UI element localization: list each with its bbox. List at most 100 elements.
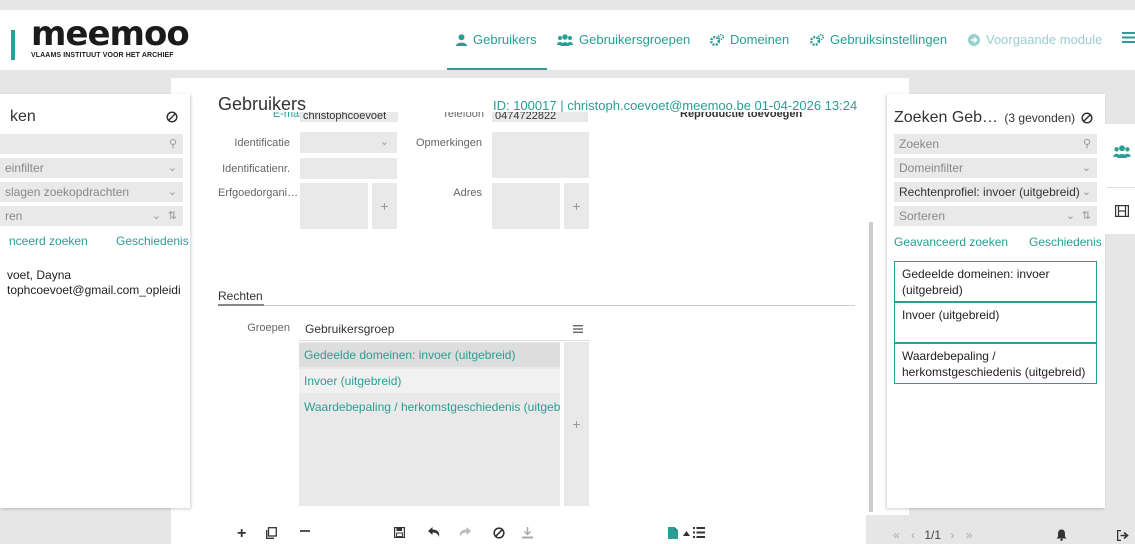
clear-icon[interactable] <box>166 111 178 123</box>
list-icon[interactable] <box>693 527 705 538</box>
cancel-icon[interactable] <box>493 527 505 539</box>
nav-domeinen[interactable]: Domeinen <box>710 32 789 47</box>
group-add-button[interactable]: + <box>564 342 589 506</box>
right-search-input[interactable]: Zoeken ⚲ <box>894 134 1097 154</box>
record-id-line: ID: 100017 | christoph.coevoet@meemoo.be… <box>493 98 858 113</box>
right-sort-select[interactable]: Sorteren ⌄ ⇅ <box>894 206 1097 226</box>
list-item[interactable]: voet, Dayna tophcoevoet@gmail.com_opleid… <box>7 268 190 298</box>
film-icon[interactable] <box>1115 205 1129 217</box>
right-history-link[interactable]: Geschiedenis <box>1029 235 1102 249</box>
bell-icon[interactable] <box>1056 529 1067 541</box>
nav-gebruiksinstellingen[interactable]: Gebruiksinstellingen <box>810 32 947 47</box>
plus-icon: + <box>572 198 581 214</box>
caret-up-icon[interactable] <box>683 531 690 536</box>
right-advanced-search-link[interactable]: Geavanceerd zoeken <box>894 235 1008 249</box>
identification-select[interactable]: ⌄ <box>300 132 397 153</box>
groups-label: Groepen <box>247 322 290 334</box>
download-icon[interactable] <box>522 527 533 539</box>
save-icon[interactable] <box>394 527 405 538</box>
right-panel-title-text: Zoeken Geb… <box>894 109 999 126</box>
copy-icon[interactable] <box>266 527 277 539</box>
right-panel-title: Zoeken Geb… (3 gevonden) <box>894 109 1075 127</box>
remove-icon[interactable] <box>300 530 310 532</box>
list-item[interactable]: Waardebepaling / herkomstgeschiedenis (u… <box>894 343 1097 384</box>
groups-column-header: Gebruikersgroep <box>305 322 395 336</box>
tab-divider <box>218 305 855 306</box>
users-icon[interactable] <box>1113 145 1131 158</box>
undo-icon[interactable] <box>428 527 440 538</box>
redo-icon[interactable] <box>459 527 471 538</box>
document-icon[interactable] <box>668 527 678 539</box>
chevron-down-icon: ⌄ <box>1081 162 1091 174</box>
heritage-add-button[interactable]: + <box>372 183 397 229</box>
logout-icon[interactable] <box>1117 530 1129 541</box>
chevron-down-icon: ⌄ <box>1078 182 1091 202</box>
address-add-button[interactable]: + <box>564 183 589 229</box>
search-icon: ⚲ <box>1082 138 1091 150</box>
left-search-panel <box>0 94 190 508</box>
rights-profile-filter[interactable]: Rechtenprofiel: invoer (uitgebreid) ⌄ <box>894 182 1097 202</box>
left-advanced-search-link[interactable]: nceerd zoeken <box>9 234 88 248</box>
table-row[interactable]: Invoer (uitgebreid) <box>299 369 560 393</box>
left-history-link[interactable]: Geschiedenis <box>116 234 189 248</box>
saved-searches-label: slagen zoekopdrachten <box>5 185 130 199</box>
last-page-icon[interactable]: » <box>966 528 973 542</box>
nav-voorgaande-module[interactable]: Voorgaande module <box>968 32 1102 47</box>
chevron-down-icon: ⌄ <box>151 210 161 222</box>
address-list <box>492 183 560 229</box>
reproduction-add-label[interactable]: Reproductie toevoegen <box>680 112 802 120</box>
left-sort-select[interactable]: ren ⌄ ⇅ <box>0 206 183 226</box>
remarks-field[interactable] <box>492 132 589 178</box>
clipped-form-row: E-mail christophcoevoet Telefoon 0474722… <box>218 112 858 122</box>
groups-table-header: Gebruikersgroep <box>299 317 589 341</box>
phone-field[interactable]: 0474722822 <box>492 112 588 122</box>
logo-accent-bar <box>11 30 15 60</box>
add-button[interactable]: + <box>237 525 246 543</box>
nav-label: Gebruikersgroepen <box>579 32 691 47</box>
nav-gebruikersgroepen[interactable]: Gebruikersgroepen <box>557 32 690 47</box>
result-name: voet, Dayna <box>7 268 72 282</box>
clear-icon[interactable] <box>1081 112 1093 124</box>
left-search-input[interactable]: ⚲ <box>0 134 183 154</box>
next-page-icon[interactable]: › <box>950 528 954 542</box>
nav-gebruikers[interactable]: Gebruikers <box>456 32 537 47</box>
list-item[interactable]: Gedeelde domeinen: invoer (uitgebreid) <box>894 261 1097 302</box>
logo[interactable]: meemoo <box>31 16 190 52</box>
column-menu-icon[interactable] <box>573 325 583 333</box>
cogs-icon <box>710 33 724 46</box>
phone-label: Telefoon <box>442 112 484 120</box>
left-saved-searches[interactable]: slagen zoekopdrachten ⌄ <box>0 182 183 202</box>
tab-active-underline <box>218 304 264 306</box>
left-panel-title: ken <box>10 108 36 125</box>
hamburger-menu-icon[interactable] <box>1122 32 1135 43</box>
right-domain-filter[interactable]: Domeinfilter ⌄ <box>894 158 1097 178</box>
tab-divider <box>1107 187 1135 188</box>
sort-direction-icon[interactable]: ⇅ <box>1082 206 1091 226</box>
search-icon: ⚲ <box>168 138 177 150</box>
table-row[interactable]: Gedeelde domeinen: invoer (uitgebreid) <box>299 343 560 367</box>
nav-label: Domeinen <box>730 32 790 47</box>
plus-icon: + <box>572 416 581 432</box>
rights-profile-label: Rechtenprofiel: invoer (uitgebreid) <box>899 185 1080 199</box>
result-count: (3 gevonden) <box>1004 111 1076 125</box>
list-item[interactable]: Invoer (uitgebreid) <box>894 302 1097 343</box>
prev-page-icon[interactable]: ‹ <box>911 528 915 542</box>
form-scrollbar[interactable] <box>869 222 873 512</box>
first-page-icon[interactable]: « <box>893 528 900 542</box>
result-email: tophcoevoet@gmail.com_opleidi <box>7 283 181 297</box>
left-domain-filter[interactable]: einfilter ⌄ <box>0 158 183 178</box>
chevron-down-icon: ⌄ <box>167 186 177 198</box>
domain-filter-label: Domeinfilter <box>899 161 964 175</box>
chevron-down-icon: ⌄ <box>1065 210 1075 222</box>
identification-number-field[interactable] <box>300 158 397 179</box>
table-row[interactable]: Waardebepaling / herkomstgeschiedenis (u… <box>299 395 560 419</box>
plus-icon: + <box>380 198 389 214</box>
address-label: Adres <box>453 187 482 199</box>
tab-rechten[interactable]: Rechten <box>218 289 263 303</box>
identification-number-label: Identificatienr. <box>222 163 290 175</box>
search-placeholder: Zoeken <box>899 137 940 151</box>
sort-direction-icon[interactable]: ⇅ <box>168 206 177 226</box>
email-field[interactable]: christophcoevoet <box>300 112 398 122</box>
sort-label: Sorteren <box>899 209 946 223</box>
chevron-down-icon: ⌄ <box>379 136 389 148</box>
